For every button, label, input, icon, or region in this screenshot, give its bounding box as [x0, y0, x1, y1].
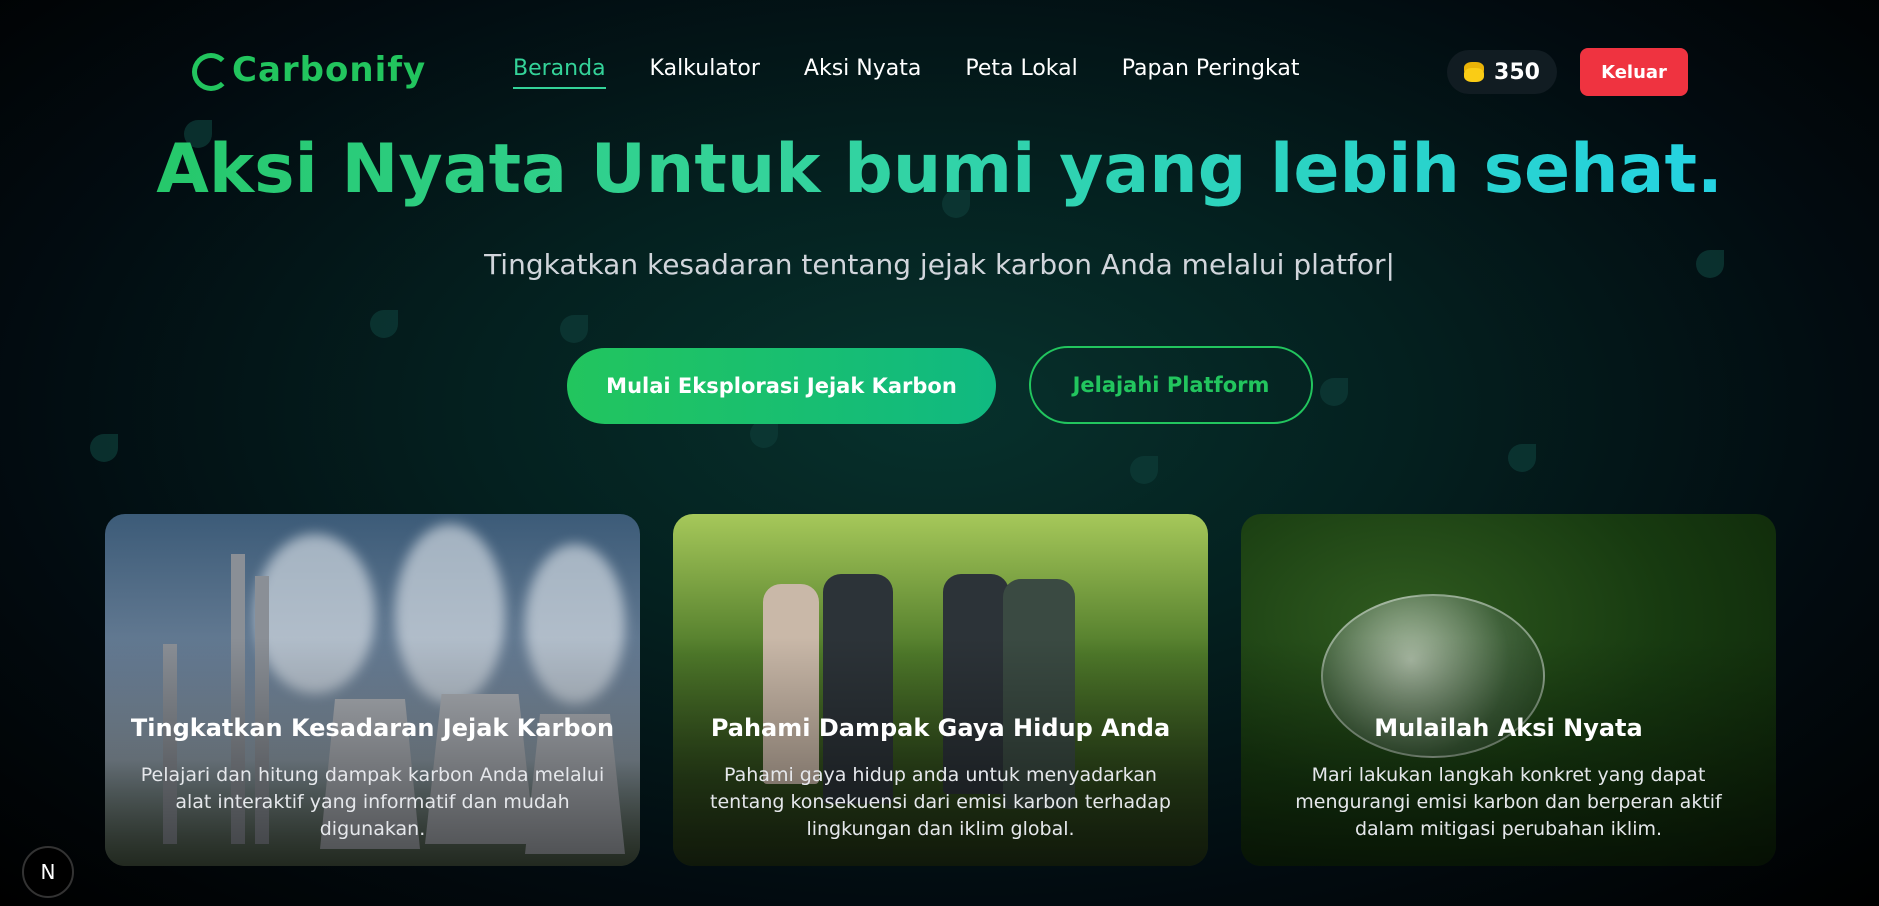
- card-description: Pelajari dan hitung dampak karbon Anda m…: [140, 764, 605, 840]
- feature-card-action[interactable]: Mulailah Aksi Nyata Mari lakukan langkah…: [1241, 514, 1776, 866]
- card-description: Pahami gaya hidup anda untuk menyadarkan…: [710, 764, 1171, 840]
- nav-item-beranda[interactable]: Beranda: [513, 56, 606, 89]
- nav-item-kalkulator[interactable]: Kalkulator: [650, 56, 760, 89]
- nav-item-aksi-nyata[interactable]: Aksi Nyata: [804, 56, 921, 89]
- card-title: Mulailah Aksi Nyata: [1374, 714, 1643, 742]
- logo[interactable]: Carbonify: [192, 50, 427, 91]
- nav-item-papan-peringkat[interactable]: Papan Peringkat: [1122, 56, 1300, 89]
- leaf-decoration: [1508, 444, 1536, 472]
- dev-tools-badge[interactable]: N: [22, 846, 74, 898]
- card-title: Tingkatkan Kesadaran Jejak Karbon: [130, 714, 615, 742]
- explore-platform-button[interactable]: Jelajahi Platform: [1029, 346, 1313, 424]
- leaf-decoration: [370, 310, 398, 338]
- nav-item-peta-lokal[interactable]: Peta Lokal: [965, 56, 1077, 89]
- logo-text: Carbonify: [232, 50, 427, 90]
- feature-card-lifestyle[interactable]: Pahami Dampak Gaya Hidup Anda Pahami gay…: [673, 514, 1208, 866]
- start-exploration-button[interactable]: Mulai Eksplorasi Jejak Karbon: [567, 348, 996, 424]
- main-menu: Beranda Kalkulator Aksi Nyata Peta Lokal…: [513, 56, 1299, 89]
- leaf-decoration: [1320, 378, 1348, 406]
- feature-card-awareness[interactable]: Tingkatkan Kesadaran Jejak Karbon Pelaja…: [105, 514, 640, 866]
- card-description: Mari lakukan langkah konkret yang dapat …: [1295, 764, 1722, 840]
- card-title: Pahami Dampak Gaya Hidup Anda: [710, 714, 1171, 742]
- leaf-logo-icon: [192, 53, 230, 91]
- coin-stack-icon: [1464, 68, 1485, 82]
- hero-title: Aksi Nyata Untuk bumi yang lebih sehat.: [0, 130, 1879, 209]
- leaf-decoration: [750, 420, 778, 448]
- top-navbar: Carbonify Beranda Kalkulator Aksi Nyata …: [0, 44, 1879, 100]
- leaf-decoration: [1130, 456, 1158, 484]
- coin-count: 350: [1494, 59, 1540, 85]
- logout-button[interactable]: Keluar: [1580, 48, 1688, 96]
- hero-subtitle: Tingkatkan kesadaran tentang jejak karbo…: [484, 248, 1395, 281]
- leaf-decoration: [560, 315, 588, 343]
- leaf-decoration: [90, 434, 118, 462]
- coin-balance[interactable]: 350: [1447, 50, 1557, 94]
